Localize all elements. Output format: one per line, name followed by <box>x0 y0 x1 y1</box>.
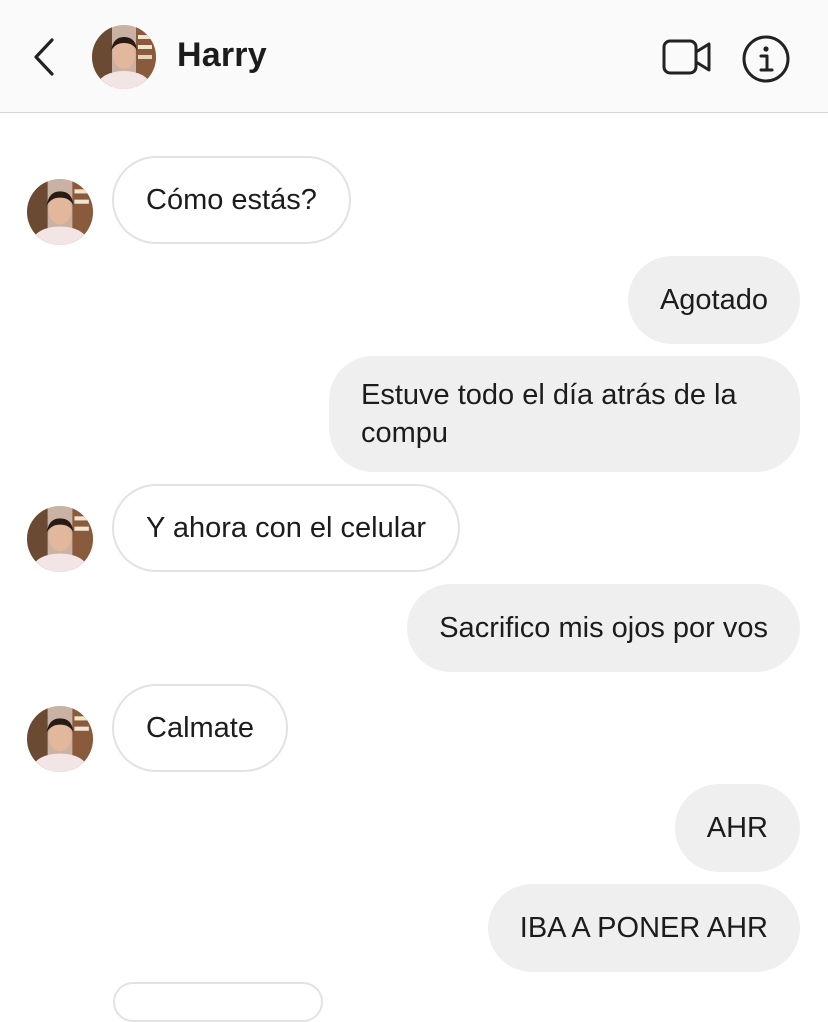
message-text: Cómo estás? <box>146 184 317 216</box>
message-bubble-incoming-partial[interactable] <box>113 982 323 1022</box>
message-bubble-outgoing[interactable]: Agotado <box>627 256 800 344</box>
message-text: IBA A PONER AHR <box>519 912 768 944</box>
back-button[interactable] <box>22 32 66 82</box>
info-button[interactable] <box>740 33 792 85</box>
contact-avatar[interactable] <box>27 506 93 572</box>
message-bubble-outgoing[interactable]: Sacrifico mis ojos por vos <box>407 584 800 672</box>
video-call-button[interactable] <box>660 36 714 78</box>
message-text: AHR <box>706 812 768 844</box>
message-bubble-incoming[interactable]: Calmate <box>112 684 288 772</box>
message-text: Calmate <box>146 712 254 744</box>
message-bubble-outgoing[interactable]: IBA A PONER AHR <box>487 884 800 972</box>
contact-avatar[interactable] <box>27 179 93 245</box>
message-bubble-outgoing[interactable]: Estuve todo el día atrás de la compu <box>329 356 800 472</box>
chat-header: Harry <box>0 0 828 113</box>
message-text: Y ahora con el celular <box>146 512 426 544</box>
message-bubble-incoming[interactable]: Cómo estás? <box>112 156 351 244</box>
video-camera-icon <box>662 39 711 75</box>
message-text: Estuve todo el día atrás de la compu <box>361 379 737 449</box>
message-text: Sacrifico mis ojos por vos <box>439 612 768 644</box>
message-text: Agotado <box>659 284 768 316</box>
contact-avatar[interactable] <box>92 25 156 89</box>
contact-avatar[interactable] <box>27 706 93 772</box>
message-bubble-outgoing[interactable]: AHR <box>674 784 800 872</box>
contact-name[interactable]: Harry <box>177 36 267 75</box>
message-bubble-incoming[interactable]: Y ahora con el celular <box>112 484 460 572</box>
info-icon <box>742 35 790 83</box>
chevron-left-icon <box>34 38 54 76</box>
